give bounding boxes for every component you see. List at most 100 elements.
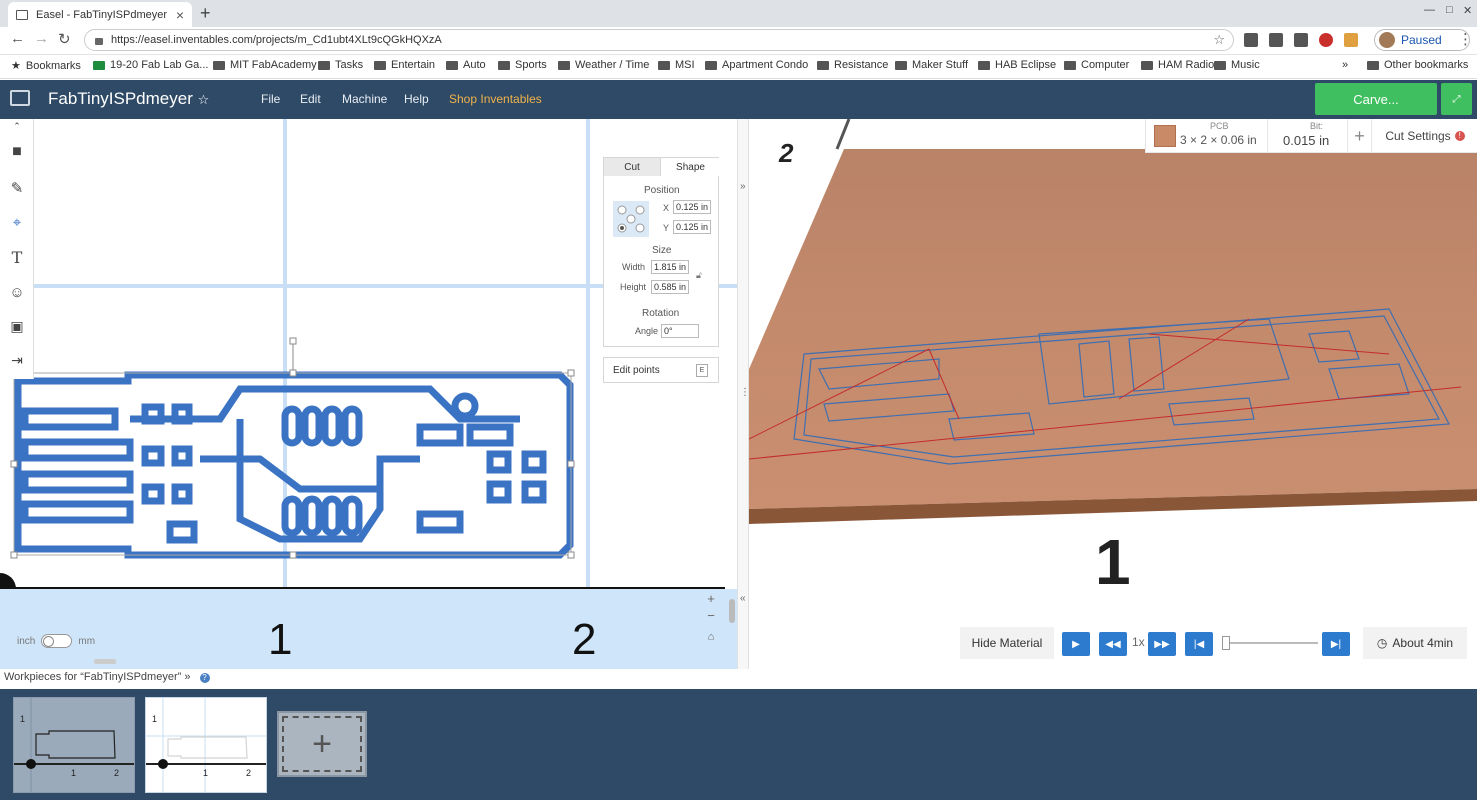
- skip-to-start-icon[interactable]: |◀: [1185, 632, 1213, 656]
- add-workpiece-button[interactable]: +: [277, 711, 367, 777]
- browser-menu-icon[interactable]: ⋮: [1458, 30, 1473, 48]
- more-bookmarks-button[interactable]: »: [1342, 59, 1348, 71]
- bookmark-folder[interactable]: Auto: [446, 59, 486, 71]
- easel-logo-icon[interactable]: [10, 90, 30, 106]
- reload-icon[interactable]: ↻: [58, 30, 71, 48]
- design-canvas[interactable]: 1 2 ⌃ ■ ✎ ⌖ T ☺ ▣ ⇥ Cut Shape Position X…: [0, 119, 737, 669]
- angle-field[interactable]: 0°: [661, 324, 699, 338]
- text-tool-icon[interactable]: T: [6, 246, 28, 268]
- help-icon[interactable]: ?: [199, 673, 210, 683]
- carve-preview-3d[interactable]: 2 1 PCB 3 × 2 × 0.06 in Bit: 0.015 in + …: [749, 119, 1477, 669]
- back-icon[interactable]: ←: [10, 30, 25, 47]
- pen-tool-icon[interactable]: ✎: [6, 177, 28, 199]
- workpieces-collapse-icon[interactable]: »: [184, 671, 190, 683]
- bookmarks-button[interactable]: ★ Bookmarks: [11, 59, 81, 73]
- maximize-icon[interactable]: □: [1446, 4, 1453, 16]
- import-icon[interactable]: ⇥: [6, 349, 28, 371]
- folder-icon: [1214, 60, 1226, 70]
- workpiece-thumbnail-2[interactable]: 1 1 2: [145, 697, 267, 793]
- vertical-scrollbar[interactable]: [729, 599, 735, 623]
- address-bar[interactable]: https://easel.inventables.com/projects/m…: [84, 29, 1234, 51]
- extension-icon[interactable]: [1244, 33, 1258, 47]
- tab-close-icon[interactable]: ×: [176, 7, 184, 23]
- height-field[interactable]: 0.585 in: [651, 280, 689, 294]
- shapes-tool-icon[interactable]: ■: [6, 141, 28, 163]
- bookmark-folder[interactable]: MSI: [658, 59, 695, 71]
- adblock-icon[interactable]: [1319, 33, 1333, 47]
- fullscreen-icon[interactable]: ⤢: [1441, 83, 1472, 115]
- unit-toggle[interactable]: [41, 634, 73, 648]
- extension-icon[interactable]: [1294, 33, 1308, 47]
- rewind-icon[interactable]: ◀◀: [1099, 632, 1127, 656]
- bookmark-folder[interactable]: HAM Radio: [1141, 59, 1214, 71]
- cursor-target-icon[interactable]: ⌖: [6, 211, 28, 233]
- menu-edit[interactable]: Edit: [300, 92, 321, 106]
- hide-material-button[interactable]: Hide Material: [960, 627, 1054, 659]
- menu-machine[interactable]: Machine: [342, 92, 387, 106]
- horizontal-scrollbar[interactable]: [94, 659, 116, 664]
- collapse-tools-icon[interactable]: ⌃: [6, 119, 28, 133]
- menu-shop-inventables[interactable]: Shop Inventables: [449, 92, 542, 106]
- bookmark-folder[interactable]: Computer: [1064, 59, 1129, 71]
- browser-tab[interactable]: Easel - FabTinyISPdmeyer ×: [8, 2, 192, 27]
- add-bit-button[interactable]: +: [1348, 119, 1372, 153]
- workpiece-preview: 1 1 2: [14, 698, 134, 792]
- minimize-icon[interactable]: —: [1424, 4, 1435, 16]
- x-position-field[interactable]: 0.125 in: [673, 200, 711, 214]
- window-close-icon[interactable]: ✕: [1463, 4, 1472, 17]
- bookmark-folder[interactable]: Apartment Condo: [705, 59, 808, 71]
- anchor-point-selector[interactable]: [613, 201, 649, 237]
- expand-right-icon[interactable]: »: [740, 181, 746, 192]
- profile-button[interactable]: Paused: [1374, 29, 1470, 51]
- bookmark-item[interactable]: 19-20 Fab Lab Ga...: [93, 59, 208, 71]
- bookmark-star-icon[interactable]: ☆: [1213, 32, 1225, 48]
- apps-box-icon[interactable]: ▣: [6, 315, 28, 337]
- icon-library-icon[interactable]: ☺: [6, 281, 28, 303]
- bookmark-folder[interactable]: Entertain: [374, 59, 435, 71]
- other-bookmarks[interactable]: Other bookmarks: [1367, 59, 1468, 71]
- skip-to-end-icon[interactable]: ▶|: [1322, 632, 1350, 656]
- carve-button[interactable]: Carve...: [1315, 83, 1437, 115]
- zoom-in-icon[interactable]: +: [707, 591, 715, 606]
- zoom-out-icon[interactable]: −: [707, 608, 715, 623]
- expand-left-icon[interactable]: «: [740, 593, 746, 604]
- home-icon[interactable]: ⌂: [708, 631, 715, 643]
- menu-help[interactable]: Help: [404, 92, 429, 106]
- time-estimate-button[interactable]: ◷ About 4min: [1363, 627, 1467, 659]
- unit-inch-label: inch: [17, 635, 36, 647]
- unit-mm-label: mm: [78, 635, 96, 647]
- fast-forward-icon[interactable]: ▶▶: [1148, 632, 1176, 656]
- panel-divider[interactable]: » ⋮ «: [737, 119, 750, 669]
- timeline-track[interactable]: [1222, 642, 1318, 644]
- bookmark-folder[interactable]: Weather / Time: [558, 59, 649, 71]
- bookmark-folder[interactable]: Music: [1214, 59, 1260, 71]
- workpiece-thumbnail-1[interactable]: 1 1 2: [13, 697, 135, 793]
- folder-icon: [558, 60, 570, 70]
- y-position-field[interactable]: 0.125 in: [673, 220, 711, 234]
- extension-icon[interactable]: [1344, 33, 1358, 47]
- bookmark-folder[interactable]: Resistance: [817, 59, 888, 71]
- menu-file[interactable]: File: [261, 92, 280, 106]
- bookmark-folder[interactable]: Tasks: [318, 59, 363, 71]
- aspect-lock-icon[interactable]: 🔓︎: [696, 270, 702, 281]
- tab-cut[interactable]: Cut: [604, 158, 661, 176]
- bookmark-folder[interactable]: MIT FabAcademy: [213, 59, 317, 71]
- material-selector[interactable]: PCB 3 × 2 × 0.06 in: [1146, 119, 1268, 153]
- width-field[interactable]: 1.815 in: [651, 260, 689, 274]
- new-tab-button[interactable]: +: [200, 3, 211, 24]
- forward-icon[interactable]: →: [34, 30, 49, 47]
- timeline-slider-handle[interactable]: [1222, 636, 1230, 650]
- bit-label: Bit:: [1310, 121, 1324, 131]
- bookmark-folder[interactable]: Maker Stuff: [895, 59, 968, 71]
- play-icon[interactable]: ▶: [1062, 632, 1090, 656]
- extension-icon[interactable]: [1269, 33, 1283, 47]
- edit-points-button[interactable]: Edit points E: [603, 357, 719, 383]
- folder-icon: [374, 60, 386, 70]
- bookmark-folder[interactable]: HAB Eclipse: [978, 59, 1056, 71]
- tab-shape[interactable]: Shape: [661, 158, 720, 176]
- favorite-star-icon[interactable]: ☆: [198, 92, 210, 107]
- cut-settings-button[interactable]: Cut Settings !: [1372, 119, 1477, 153]
- project-title[interactable]: FabTinyISPdmeyer ☆: [48, 89, 209, 109]
- bit-selector[interactable]: Bit: 0.015 in: [1268, 119, 1348, 153]
- bookmark-folder[interactable]: Sports: [498, 59, 547, 71]
